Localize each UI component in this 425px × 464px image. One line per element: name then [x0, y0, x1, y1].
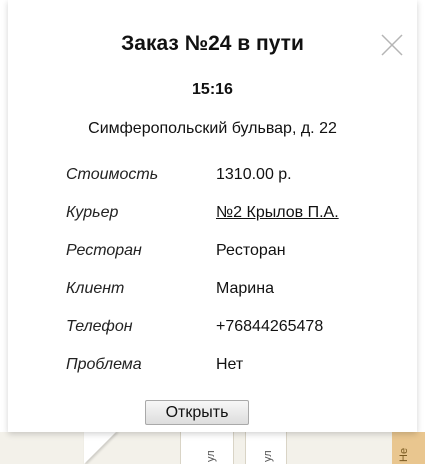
detail-value: +76844265478	[216, 318, 324, 335]
map-view[interactable]: ул ул Не Заказ №24 в пути 15:16 Симфероп…	[0, 0, 425, 464]
order-title: Заказ №24 в пути	[121, 32, 304, 55]
order-balloon: Заказ №24 в пути 15:16 Симферопольский б…	[8, 0, 417, 432]
detail-label: Ресторан	[66, 242, 142, 259]
balloon-tail	[84, 430, 118, 464]
detail-row-phone: Телефон +76844265478	[66, 308, 339, 346]
order-details-table: Стоимость 1310.00 р. Курьер №2 Крылов П.…	[66, 156, 339, 384]
detail-row-client: Клиент Марина	[66, 270, 339, 308]
detail-label: Телефон	[66, 318, 133, 335]
detail-row-cost: Стоимость 1310.00 р.	[66, 156, 339, 194]
detail-label: Стоимость	[66, 166, 159, 183]
map-street-label: ул	[205, 450, 217, 462]
courier-link[interactable]: №2 Крылов П.А.	[216, 204, 339, 221]
detail-value: Марина	[216, 280, 274, 297]
detail-value: №2 Крылов П.А.	[216, 194, 339, 232]
detail-label: Проблема	[66, 356, 142, 373]
detail-label: Клиент	[66, 280, 125, 297]
detail-value: 1310.00 р.	[216, 166, 292, 183]
detail-row-courier: Курьер №2 Крылов П.А.	[66, 194, 339, 232]
detail-value: Ресторан	[216, 242, 286, 259]
detail-row-problem: Проблема Нет	[66, 346, 339, 384]
map-street-label: ул	[262, 450, 274, 462]
map-street-label: Не	[398, 447, 410, 462]
order-address: Симферопольский бульвар, д. 22	[88, 120, 337, 137]
detail-value: Нет	[216, 356, 244, 373]
detail-row-restaurant: Ресторан Ресторан	[66, 232, 339, 270]
open-order-button[interactable]: Открыть	[145, 400, 249, 425]
order-time: 15:16	[192, 81, 233, 98]
detail-label: Курьер	[66, 204, 119, 221]
